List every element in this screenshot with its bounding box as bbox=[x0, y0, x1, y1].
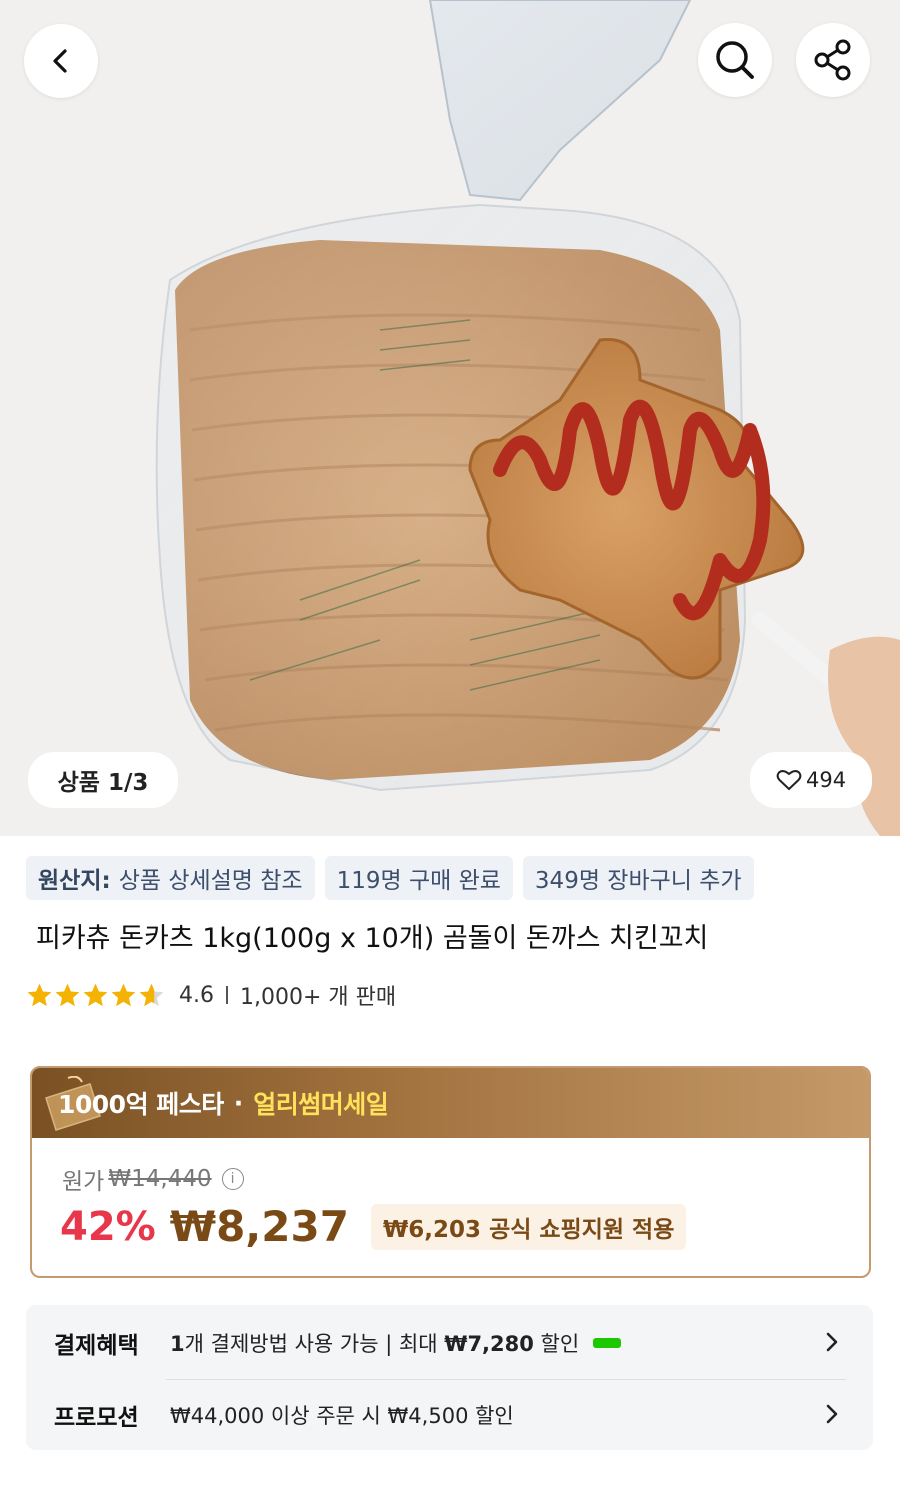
payment-amount: ₩7,280 bbox=[444, 1332, 534, 1356]
payment-benefit-row[interactable]: 결제혜택 1개 결제방법 사용 가능 | 최대 ₩7,280 할인 bbox=[26, 1307, 873, 1379]
heart-icon bbox=[776, 770, 802, 791]
star-icon bbox=[111, 983, 136, 1007]
promo-dot: · bbox=[233, 1088, 244, 1118]
rating-value: 4.6 bbox=[179, 982, 214, 1008]
info-icon[interactable]: i bbox=[221, 1168, 244, 1190]
promotion-row[interactable]: 프로모션 ₩44,000 이상 주문 시 ₩4,500 할인 bbox=[26, 1379, 873, 1451]
payment-count: 1 bbox=[170, 1332, 185, 1356]
like-count: 494 bbox=[806, 768, 847, 792]
search-button[interactable] bbox=[698, 23, 772, 97]
promo-banner[interactable]: 1000억 페스타 · 얼리썸머세일 bbox=[32, 1068, 869, 1138]
original-price-label: 원가 bbox=[62, 1169, 105, 1195]
final-price-row: 42% ₩8,237 ₩6,203 공식 쇼핑지원 적용 bbox=[60, 1202, 687, 1251]
back-button[interactable] bbox=[24, 24, 98, 98]
star-icon bbox=[27, 983, 52, 1007]
star-icon bbox=[83, 983, 108, 1007]
rating-separator bbox=[226, 986, 228, 1004]
payment-desc: 개 결제방법 사용 가능 | 최대 bbox=[184, 1332, 445, 1356]
sales-count: 1,000+ 개 판매 bbox=[240, 985, 397, 1010]
star-icon bbox=[139, 983, 164, 1007]
search-icon bbox=[716, 41, 754, 79]
product-photo bbox=[155, 0, 900, 836]
product-title: 피카츄 돈카츠 1kg(100g x 10개) 곰돌이 돈까스 치킨꼬치 bbox=[36, 923, 709, 954]
chevron-right-icon bbox=[826, 1404, 838, 1424]
promotion-label: 프로모션 bbox=[54, 1405, 139, 1431]
star-icon bbox=[55, 983, 80, 1007]
origin-value: 상품 상세설명 참조 bbox=[118, 868, 303, 894]
origin-tag: 원산지: 상품 상세설명 참조 bbox=[26, 856, 315, 900]
benefits-panel: 결제혜택 1개 결제방법 사용 가능 | 최대 ₩7,280 할인 프로모션 ₩… bbox=[26, 1305, 873, 1450]
share-button[interactable] bbox=[796, 23, 870, 97]
star-rating bbox=[26, 982, 165, 1008]
original-price-row: 원가 ₩14,440 i bbox=[62, 1162, 244, 1196]
original-price: ₩14,440 bbox=[108, 1166, 212, 1192]
price-box: 1000억 페스타 · 얼리썸머세일 원가 ₩14,440 i 42% ₩8,2… bbox=[30, 1066, 871, 1278]
final-price: ₩8,237 bbox=[169, 1202, 349, 1251]
promo-sale-label: 얼리썸머세일 bbox=[253, 1090, 389, 1119]
like-button[interactable]: 494 bbox=[750, 752, 872, 808]
cart-added-tag: 349명 장바구니 추가 bbox=[522, 856, 754, 900]
chevron-right-icon bbox=[826, 1332, 838, 1352]
rating-row[interactable]: 4.6 1,000+ 개 판매 bbox=[26, 978, 396, 1012]
promo-fest-label: 1000억 페스타 bbox=[58, 1090, 224, 1119]
product-tags: 원산지: 상품 상세설명 참조 119명 구매 완료 349명 장바구니 추가 bbox=[26, 856, 754, 900]
payment-benefit-text: 1개 결제방법 사용 가능 | 최대 ₩7,280 할인 bbox=[170, 1328, 579, 1358]
purchased-tag: 119명 구매 완료 bbox=[324, 856, 513, 900]
naverpay-logo bbox=[593, 1338, 622, 1348]
discount-rate: 42% bbox=[60, 1203, 156, 1250]
share-icon bbox=[814, 39, 851, 81]
origin-label: 원산지: bbox=[38, 868, 111, 894]
payment-benefit-label: 결제혜택 bbox=[54, 1333, 139, 1359]
product-image-carousel[interactable]: 상품 1/3 494 bbox=[0, 0, 900, 836]
promotion-text: ₩44,000 이상 주문 시 ₩4,500 할인 bbox=[170, 1404, 514, 1428]
payment-suffix: 할인 bbox=[533, 1332, 580, 1356]
image-page-indicator: 상품 1/3 bbox=[28, 752, 178, 808]
back-arrow-icon bbox=[53, 49, 67, 73]
shopping-support-badge[interactable]: ₩6,203 공식 쇼핑지원 적용 bbox=[370, 1203, 687, 1250]
